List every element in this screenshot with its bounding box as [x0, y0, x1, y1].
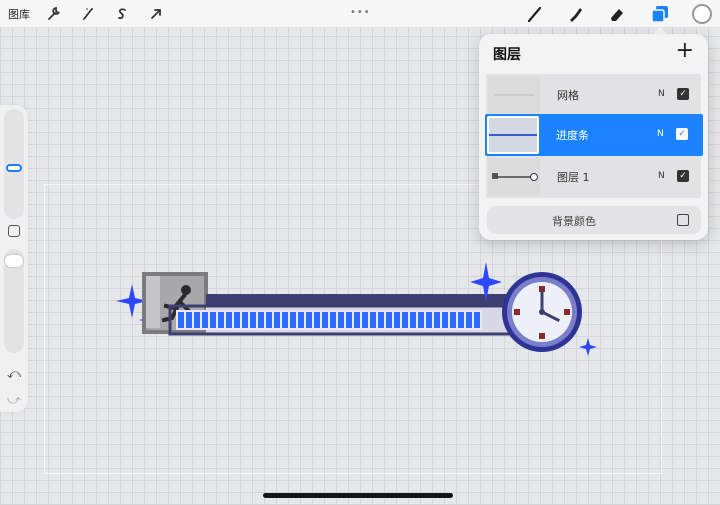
progress-segment [250, 312, 256, 328]
progress-segment [418, 312, 424, 328]
progress-segment [322, 312, 328, 328]
wrench-icon[interactable] [44, 4, 64, 24]
progress-segment [442, 312, 448, 328]
progress-segment [290, 312, 296, 328]
layers-panel: 图层 + 网格 N ✓ 进度条 N ✓ 图层 1 N ✓ 背景颜色 [479, 34, 708, 240]
home-indicator [263, 493, 453, 498]
opacity-knob[interactable] [5, 255, 23, 267]
brush-icon[interactable] [525, 4, 545, 24]
progress-segment [362, 312, 368, 328]
magic-wand-icon[interactable] [78, 4, 98, 24]
gallery-button[interactable]: 图库 [8, 4, 30, 24]
layer-thumbnail [488, 76, 540, 114]
visibility-checkbox[interactable]: ✓ [677, 170, 689, 182]
progress-segment [178, 312, 184, 328]
eraser-icon[interactable] [607, 4, 627, 24]
progress-segment [226, 312, 232, 328]
selection-icon[interactable] [112, 4, 132, 24]
layer-name: 进度条 [556, 129, 589, 142]
progress-segment [282, 312, 288, 328]
progress-segment [426, 312, 432, 328]
progress-segment [458, 312, 464, 328]
visibility-checkbox[interactable]: ✓ [677, 88, 689, 100]
progress-segment [202, 312, 208, 328]
blend-mode-button[interactable]: N [658, 171, 665, 181]
progress-segment [242, 312, 248, 328]
progress-segment [258, 312, 264, 328]
progress-segment [194, 312, 200, 328]
smudge-icon[interactable] [566, 4, 586, 24]
more-options-icon[interactable]: ••• [350, 2, 371, 22]
color-picker-icon[interactable] [692, 4, 712, 24]
blend-mode-button[interactable]: N [658, 89, 665, 99]
panel-title: 图层 [493, 47, 521, 63]
top-toolbar: 图库 ••• [0, 0, 720, 28]
progress-segment [466, 312, 472, 328]
layer-row-progress[interactable]: 进度条 N ✓ [485, 114, 703, 156]
progress-segment [210, 312, 216, 328]
progress-segment [346, 312, 352, 328]
progress-segment [434, 312, 440, 328]
progress-segment [306, 312, 312, 328]
background-visibility-checkbox[interactable] [677, 214, 689, 226]
progress-segment [330, 312, 336, 328]
progress-segment [298, 312, 304, 328]
progress-segment [186, 312, 192, 328]
modify-button[interactable] [8, 225, 20, 237]
progress-segment [474, 312, 480, 328]
left-sidebar: ⤺ ⤻ [0, 105, 28, 412]
visibility-checkbox[interactable]: ✓ [676, 128, 688, 140]
progress-segment [386, 312, 392, 328]
progress-segment [402, 312, 408, 328]
layers-icon[interactable] [648, 3, 672, 25]
layer-thumbnail [487, 116, 539, 154]
background-color-row[interactable]: 背景颜色 [487, 206, 701, 234]
layer-thumbnail [488, 158, 540, 196]
progress-segment [354, 312, 360, 328]
progress-segment [394, 312, 400, 328]
progress-segment [378, 312, 384, 328]
layer-row-layer1[interactable]: 图层 1 N ✓ [486, 156, 701, 198]
layer-name: 网格 [557, 89, 579, 102]
transform-arrow-icon[interactable] [146, 4, 166, 24]
layer-name: 图层 1 [557, 171, 590, 184]
add-layer-button[interactable]: + [676, 40, 694, 62]
progress-segment [370, 312, 376, 328]
progress-segment [218, 312, 224, 328]
undo-icon[interactable]: ⤺ [7, 367, 21, 382]
progress-segment [338, 312, 344, 328]
redo-icon[interactable]: ⤻ [7, 393, 21, 408]
brush-size-knob[interactable] [6, 164, 22, 172]
progress-segment [410, 312, 416, 328]
progress-segment [450, 312, 456, 328]
layer-row-grid[interactable]: 网格 N ✓ [486, 74, 701, 116]
progress-segment [314, 312, 320, 328]
progress-segment [274, 312, 280, 328]
progress-segment [234, 312, 240, 328]
blend-mode-button[interactable]: N [657, 129, 664, 139]
progress-bar-artwork [116, 262, 597, 356]
background-color-label: 背景颜色 [552, 215, 596, 228]
progress-segment [266, 312, 272, 328]
